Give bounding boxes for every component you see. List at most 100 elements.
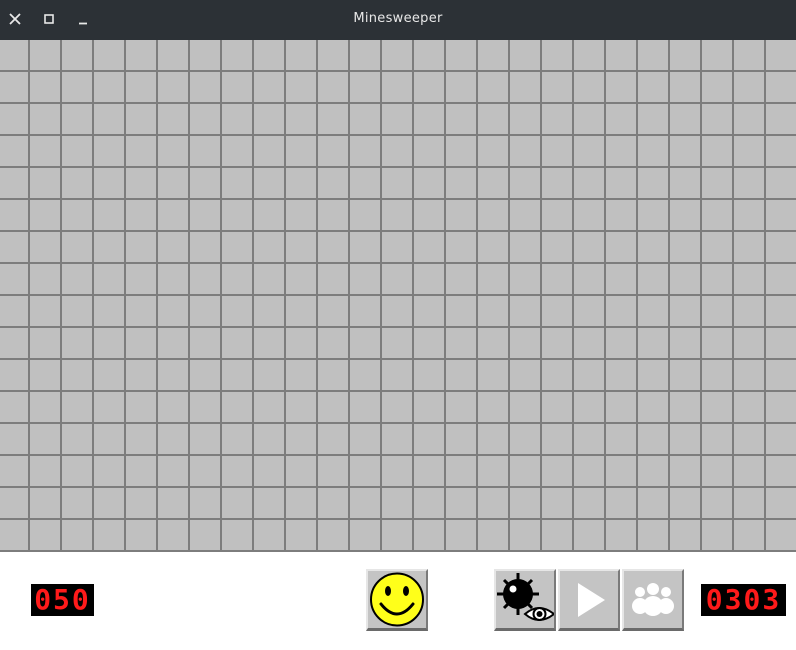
minefield-cell[interactable] bbox=[286, 392, 316, 422]
minefield-cell[interactable] bbox=[318, 40, 348, 70]
minefield-cell[interactable] bbox=[94, 392, 124, 422]
minefield-cell[interactable] bbox=[606, 488, 636, 518]
minefield-cell[interactable] bbox=[382, 40, 412, 70]
minefield-cell[interactable] bbox=[222, 200, 252, 230]
minefield-cell[interactable] bbox=[734, 72, 764, 102]
minefield-cell[interactable] bbox=[0, 392, 28, 422]
minefield-cell[interactable] bbox=[254, 40, 284, 70]
minefield-cell[interactable] bbox=[478, 72, 508, 102]
minefield-cell[interactable] bbox=[478, 424, 508, 454]
minefield-cell[interactable] bbox=[606, 104, 636, 134]
minefield-cell[interactable] bbox=[30, 40, 60, 70]
minefield-cell[interactable] bbox=[606, 200, 636, 230]
minefield-cell[interactable] bbox=[382, 232, 412, 262]
minefield-cell[interactable] bbox=[94, 296, 124, 326]
minefield-cell[interactable] bbox=[638, 72, 668, 102]
minefield-cell[interactable] bbox=[0, 520, 28, 550]
minefield-cell[interactable] bbox=[0, 168, 28, 198]
minefield-cell[interactable] bbox=[638, 40, 668, 70]
minefield-cell[interactable] bbox=[478, 520, 508, 550]
minefield-cell[interactable] bbox=[382, 392, 412, 422]
minefield-cell[interactable] bbox=[542, 520, 572, 550]
minefield-cell[interactable] bbox=[222, 360, 252, 390]
minefield-cell[interactable] bbox=[158, 392, 188, 422]
minefield-cell[interactable] bbox=[766, 360, 796, 390]
minefield-cell[interactable] bbox=[0, 328, 28, 358]
minefield-cell[interactable] bbox=[30, 104, 60, 134]
minefield-cell[interactable] bbox=[446, 168, 476, 198]
minefield-cell[interactable] bbox=[222, 392, 252, 422]
minefield-cell[interactable] bbox=[382, 488, 412, 518]
minefield-cell[interactable] bbox=[350, 232, 380, 262]
minefield-cell[interactable] bbox=[702, 136, 732, 166]
minefield-cell[interactable] bbox=[382, 360, 412, 390]
minefield-cell[interactable] bbox=[158, 296, 188, 326]
minefield-cell[interactable] bbox=[0, 424, 28, 454]
minefield-cell[interactable] bbox=[510, 488, 540, 518]
minefield-cell[interactable] bbox=[574, 488, 604, 518]
play-button[interactable] bbox=[558, 569, 620, 631]
minefield-cell[interactable] bbox=[0, 296, 28, 326]
minefield-cell[interactable] bbox=[734, 104, 764, 134]
minefield-cell[interactable] bbox=[318, 488, 348, 518]
minefield-cell[interactable] bbox=[126, 360, 156, 390]
minefield-cell[interactable] bbox=[542, 424, 572, 454]
minefield-cell[interactable] bbox=[190, 232, 220, 262]
minefield-cell[interactable] bbox=[638, 264, 668, 294]
minefield-cell[interactable] bbox=[670, 360, 700, 390]
minefield-cell[interactable] bbox=[510, 456, 540, 486]
minefield-cell[interactable] bbox=[414, 232, 444, 262]
minefield-cell[interactable] bbox=[542, 168, 572, 198]
minefield-cell[interactable] bbox=[254, 136, 284, 166]
minefield-cell[interactable] bbox=[414, 104, 444, 134]
minefield-cell[interactable] bbox=[94, 360, 124, 390]
minefield-cell[interactable] bbox=[766, 104, 796, 134]
minefield-cell[interactable] bbox=[766, 456, 796, 486]
minefield-cell[interactable] bbox=[158, 424, 188, 454]
multiplayer-button[interactable] bbox=[622, 569, 684, 631]
minefield-cell[interactable] bbox=[574, 40, 604, 70]
minefield-cell[interactable] bbox=[222, 520, 252, 550]
minefield-cell[interactable] bbox=[318, 72, 348, 102]
minefield-cell[interactable] bbox=[414, 456, 444, 486]
minefield-cell[interactable] bbox=[30, 200, 60, 230]
minefield-cell[interactable] bbox=[222, 168, 252, 198]
minefield-cell[interactable] bbox=[734, 456, 764, 486]
minefield-cell[interactable] bbox=[254, 168, 284, 198]
minefield-cell[interactable] bbox=[126, 168, 156, 198]
minefield-cell[interactable] bbox=[734, 360, 764, 390]
minefield-cell[interactable] bbox=[286, 136, 316, 166]
minefield-cell[interactable] bbox=[190, 168, 220, 198]
minefield-cell[interactable] bbox=[606, 168, 636, 198]
minefield-cell[interactable] bbox=[190, 360, 220, 390]
minefield-cell[interactable] bbox=[606, 296, 636, 326]
minefield-cell[interactable] bbox=[30, 328, 60, 358]
minefield-cell[interactable] bbox=[30, 456, 60, 486]
minefield-cell[interactable] bbox=[62, 40, 92, 70]
minefield-cell[interactable] bbox=[446, 232, 476, 262]
minefield-cell[interactable] bbox=[94, 520, 124, 550]
minefield-cell[interactable] bbox=[158, 360, 188, 390]
minefield-cell[interactable] bbox=[606, 72, 636, 102]
minefield-cell[interactable] bbox=[382, 264, 412, 294]
minefield-cell[interactable] bbox=[734, 424, 764, 454]
minefield-cell[interactable] bbox=[510, 168, 540, 198]
minefield-cell[interactable] bbox=[94, 488, 124, 518]
minefield-cell[interactable] bbox=[94, 72, 124, 102]
minefield-cell[interactable] bbox=[94, 200, 124, 230]
minefield-cell[interactable] bbox=[542, 104, 572, 134]
minefield-cell[interactable] bbox=[574, 520, 604, 550]
minefield-cell[interactable] bbox=[254, 488, 284, 518]
minefield-cell[interactable] bbox=[446, 424, 476, 454]
minefield-cell[interactable] bbox=[30, 232, 60, 262]
minefield-cell[interactable] bbox=[606, 264, 636, 294]
minefield-cell[interactable] bbox=[94, 136, 124, 166]
minefield-cell[interactable] bbox=[446, 488, 476, 518]
minefield-cell[interactable] bbox=[382, 104, 412, 134]
minefield-cell[interactable] bbox=[670, 40, 700, 70]
minefield-cell[interactable] bbox=[222, 72, 252, 102]
minefield-cell[interactable] bbox=[766, 424, 796, 454]
minefield-cell[interactable] bbox=[670, 200, 700, 230]
minefield-cell[interactable] bbox=[702, 40, 732, 70]
minefield-cell[interactable] bbox=[190, 424, 220, 454]
